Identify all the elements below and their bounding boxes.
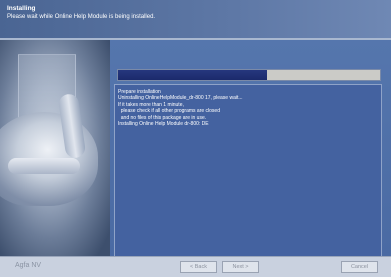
back-button[interactable]: < Back [180,261,217,273]
cancel-button[interactable]: Cancel [341,261,378,273]
next-button[interactable]: Next > [222,261,259,273]
header-banner: Installing Please wait while Online Help… [0,0,391,38]
header-subtitle: Please wait while Online Help Module is … [7,14,156,20]
log-line: Installing Online Help Module dr-800: DE [118,121,209,128]
main-area: Prepare installation Uninstalling Online… [0,40,391,256]
brand-label: Agfa NV [15,262,42,269]
installer-window: Installing Please wait while Online Help… [0,0,391,277]
install-log-box[interactable]: Prepare installation Uninstalling Online… [114,84,382,256]
log-lines: Prepare installation Uninstalling Online… [115,89,243,127]
header-title: Installing [7,5,36,12]
decorative-hand-image [0,40,110,256]
finger-shape [8,158,80,174]
footer-bar: Agfa NV < Back Next > Cancel [0,256,391,277]
progress-bar [117,69,381,81]
progress-fill [118,70,268,80]
log-line: Uninstalling OnlineHelpModule_dr-800 17,… [118,95,243,102]
